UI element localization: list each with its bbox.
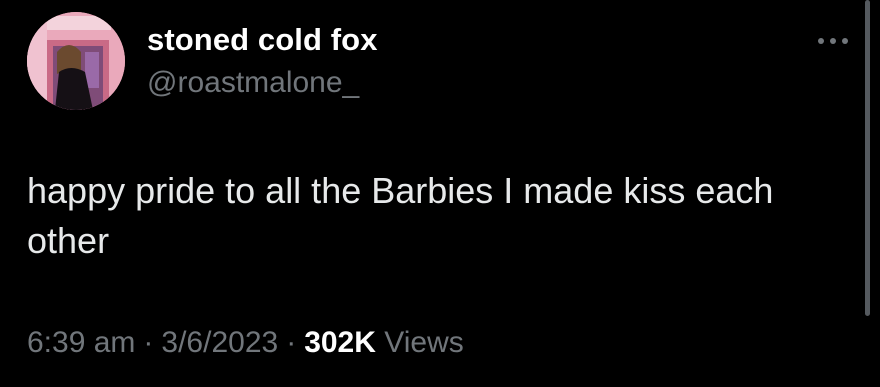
tweet: stoned cold fox @roastmalone_ happy prid… bbox=[0, 0, 880, 387]
views-count: 302K bbox=[304, 326, 376, 359]
scrollbar[interactable] bbox=[865, 0, 870, 316]
more-horizontal-icon-dot bbox=[842, 38, 848, 44]
avatar-image bbox=[27, 12, 125, 110]
meta-separator: · bbox=[286, 326, 297, 359]
tweet-text: happy pride to all the Barbies I made ki… bbox=[27, 170, 774, 261]
more-horizontal-icon-dot bbox=[818, 38, 824, 44]
avatar[interactable] bbox=[27, 12, 125, 110]
views-label: Views bbox=[384, 326, 464, 359]
tweet-time[interactable]: 6:39 am bbox=[27, 326, 135, 359]
meta-separator: · bbox=[143, 326, 154, 359]
tweet-date[interactable]: 3/6/2023 bbox=[161, 326, 278, 359]
more-options-button[interactable] bbox=[810, 26, 856, 56]
display-name[interactable]: stoned cold fox bbox=[147, 22, 378, 58]
tweet-meta: 6:39 am · 3/6/2023 · 302K Views bbox=[27, 326, 464, 360]
user-handle[interactable]: @roastmalone_ bbox=[147, 66, 359, 100]
more-horizontal-icon-dot bbox=[830, 38, 836, 44]
